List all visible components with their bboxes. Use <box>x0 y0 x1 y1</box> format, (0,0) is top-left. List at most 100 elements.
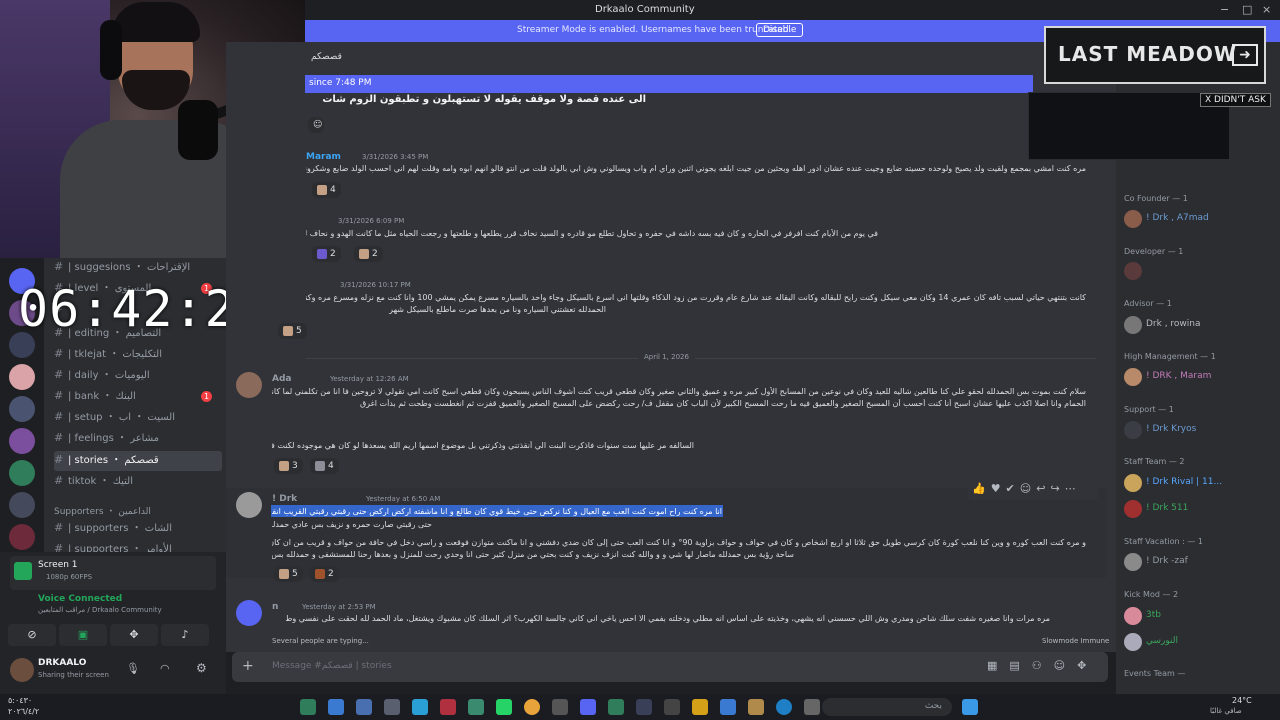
message-author[interactable]: ! Drk <box>272 494 297 504</box>
share-screen-button[interactable]: ▣ <box>59 624 107 646</box>
message-author[interactable]: n <box>272 602 278 612</box>
taskbar-app-icon[interactable] <box>636 699 652 715</box>
message-text: في يوم من الأيام كنت افرفر في الحاره و ك… <box>306 229 878 238</box>
message-actions-toolbar[interactable]: 👍♥✔☺↩↪⋯ <box>968 482 1098 500</box>
member-item[interactable]: ! DRK , Maram <box>1124 366 1274 388</box>
folder-icon[interactable] <box>692 699 708 715</box>
channel-item[interactable]: # | tklejat ・ التكليجات <box>54 345 222 365</box>
close-button[interactable]: × <box>1262 3 1271 16</box>
channel-item[interactable]: # | feelings ・ مشاعر <box>54 429 222 449</box>
message-author[interactable]: Ada <box>272 374 291 384</box>
message-text: حتى رقبتي صارت حمره و نزيف بس عادي حمدلل… <box>272 520 432 529</box>
member-item[interactable]: النورسي <box>1124 631 1274 653</box>
avatar[interactable] <box>10 658 34 682</box>
disable-streamer-mode-button[interactable]: Disable <box>756 23 804 37</box>
taskbar-time: ٥:٠٤٣٠ <box>8 696 33 705</box>
message-text: مره كنت امشي بمجمع ولقيت ولد يصيح ولوحده… <box>306 164 1086 173</box>
channel-item[interactable]: # | bank ・ البنك 1 <box>54 387 222 407</box>
taskbar-app-icon[interactable] <box>552 699 568 715</box>
reaction[interactable]: 3 <box>274 458 303 474</box>
message-time: Yesterday at 12:26 AM <box>330 375 409 383</box>
message-text: و مره كنت العب كوره و وين كنا نلعب كورة … <box>272 538 1086 547</box>
soundboard-button[interactable]: ♪ <box>161 624 209 646</box>
channel-item[interactable]: # | supporters ・ الأوامر <box>54 540 222 552</box>
member-item[interactable]: ! Drk Rival | 11... <box>1124 472 1274 494</box>
taskbar-app-icon[interactable] <box>440 699 456 715</box>
taskbar-app-icon[interactable] <box>300 699 316 715</box>
message-author[interactable]: Maram <box>306 152 341 162</box>
message-text: الى عنده قصة ولا موقف يقوله لا تستهبلون … <box>322 94 646 105</box>
message-time: 3/31/2026 3:45 PM <box>362 153 429 161</box>
headphones-icon[interactable]: ◠ <box>160 662 170 675</box>
channel-item[interactable]: # | suggesions ・ الإقتراحات <box>54 258 222 278</box>
voice-connection: Voice Connected مراقب المتابعين / Drkaal… <box>8 592 218 622</box>
server-icon[interactable] <box>9 492 35 518</box>
member-item[interactable]: ! Drk 511 <box>1124 498 1274 520</box>
taskbar-app-icon[interactable] <box>720 699 736 715</box>
taskbar-app-icon[interactable] <box>664 699 680 715</box>
member-item[interactable] <box>1124 260 1274 282</box>
taskbar-app-icon[interactable] <box>496 699 512 715</box>
message-input[interactable]: Message #قصصكم | stories <box>272 661 392 671</box>
hash-icon: # <box>54 453 64 466</box>
member-item[interactable]: ! Drk , A7mad <box>1124 208 1274 230</box>
activity-button[interactable]: ✥ <box>110 624 158 646</box>
taskbar-app-icon[interactable] <box>412 699 428 715</box>
edge-icon[interactable] <box>776 699 792 715</box>
search-box[interactable]: بحث <box>822 698 952 716</box>
reaction[interactable]: 5 <box>274 566 303 582</box>
reaction[interactable]: 2 <box>310 566 339 582</box>
message-text: السالفه مر عليها ست سنوات فاذكرت البنت ا… <box>272 441 694 450</box>
avatar <box>1124 421 1142 439</box>
taskbar-app-icon[interactable] <box>468 699 484 715</box>
member-item[interactable]: ! Drk -zaf <box>1124 551 1274 573</box>
hash-icon: # <box>54 368 64 381</box>
date-divider <box>306 358 1096 359</box>
channel-item[interactable]: # | daily ・ اليوميات <box>54 366 222 386</box>
server-icon[interactable] <box>9 460 35 486</box>
avatar[interactable] <box>236 600 262 626</box>
mic-icon[interactable]: 🎙 <box>126 662 140 675</box>
taskbar-app-icon[interactable] <box>804 699 820 715</box>
taskbar-app-icon[interactable] <box>608 699 624 715</box>
channel-item[interactable]: # | supporters ・ الشات <box>54 519 222 539</box>
new-messages-bar[interactable]: since 7:48 PM <box>305 75 1033 93</box>
minimize-button[interactable]: − <box>1220 3 1229 16</box>
reaction[interactable]: 4 <box>310 458 339 474</box>
server-icon[interactable] <box>9 428 35 454</box>
reaction[interactable]: 2 <box>312 246 341 262</box>
discord-icon[interactable] <box>580 699 596 715</box>
avatar[interactable] <box>236 372 262 398</box>
taskbar-app-icon[interactable] <box>384 699 400 715</box>
reaction[interactable]: 2 <box>354 246 383 262</box>
server-icon[interactable] <box>9 364 35 390</box>
server-icon[interactable] <box>9 524 35 550</box>
input-tools-icons[interactable]: ▦▤⚇☺✥ <box>987 659 1098 672</box>
chrome-icon[interactable] <box>524 699 540 715</box>
channel-item-selected[interactable]: # | stories ・ قصصكم <box>54 451 222 471</box>
server-icon[interactable] <box>9 396 35 422</box>
maximize-button[interactable]: □ <box>1242 3 1252 16</box>
channel-item[interactable]: # | setup ・ السيت ・ اب <box>54 408 222 428</box>
member-item[interactable]: Drk , rowina <box>1124 314 1274 336</box>
screen-share-card[interactable]: Screen 1 1080p 60FPS <box>10 556 216 590</box>
taskbar-app-icon[interactable] <box>748 699 764 715</box>
windows-start-icon[interactable] <box>962 699 978 715</box>
gear-icon[interactable]: ⚙ <box>196 661 207 675</box>
reaction[interactable]: 4 <box>312 182 341 198</box>
screen-icon <box>14 562 32 580</box>
reaction[interactable]: 5 <box>278 323 307 339</box>
weather-temp: 24°C <box>1232 696 1252 705</box>
avatar <box>1124 262 1142 280</box>
taskbar-app-icon[interactable] <box>328 699 344 715</box>
taskbar-app-icon[interactable] <box>356 699 372 715</box>
message-text-selected: انا مره كنت راح اموت كنت العب مع العيال … <box>272 507 722 516</box>
add-reaction-button[interactable]: ☺ <box>308 117 324 133</box>
member-item[interactable]: ! Drk Kryos <box>1124 419 1274 441</box>
plus-icon[interactable]: + <box>242 658 254 674</box>
avatar[interactable] <box>236 492 262 518</box>
channel-item[interactable]: # tiktok ・ التيك <box>54 472 222 492</box>
message-input-box[interactable]: + Message #قصصكم | stories ▦▤⚇☺✥ <box>232 652 1108 682</box>
camera-off-button[interactable]: ⊘ <box>8 624 56 646</box>
member-item[interactable]: 3tb <box>1124 605 1274 627</box>
